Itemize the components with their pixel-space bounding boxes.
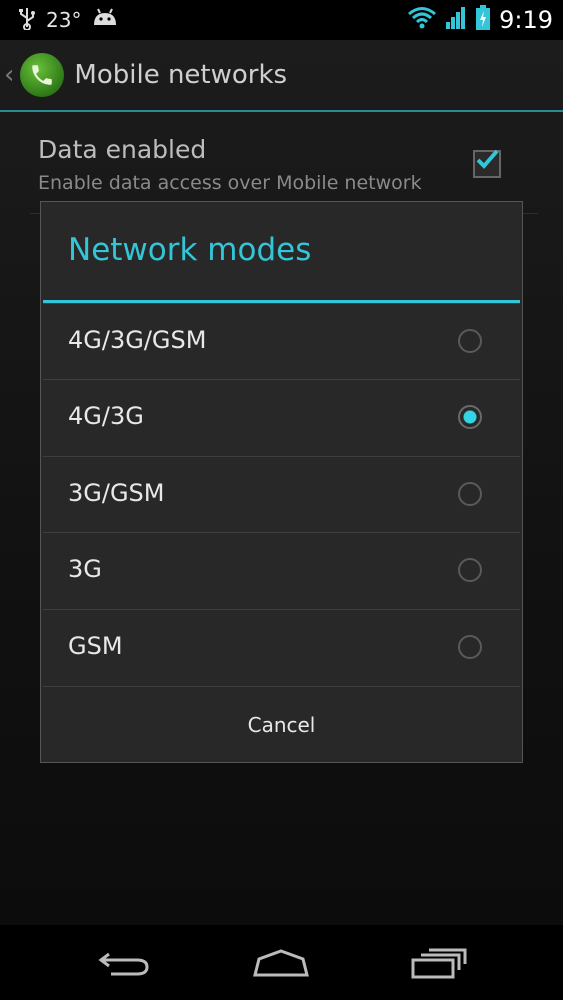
radio-button-selected[interactable] bbox=[458, 405, 482, 429]
network-modes-dialog: Network modes 4G/3G/GSM 4G/3G 3G/GSM 3G … bbox=[40, 201, 523, 763]
radio-button[interactable] bbox=[458, 635, 482, 659]
option-gsm[interactable]: GSM bbox=[43, 609, 520, 685]
option-3g-gsm[interactable]: 3G/GSM bbox=[43, 456, 520, 532]
check-icon bbox=[476, 149, 499, 169]
clock: 9:19 bbox=[499, 6, 553, 34]
wifi-icon bbox=[407, 6, 437, 34]
usb-icon bbox=[18, 6, 36, 34]
option-label: 4G/3G/GSM bbox=[68, 326, 207, 354]
signal-icon bbox=[445, 6, 467, 34]
data-enabled-checkbox[interactable] bbox=[473, 149, 501, 178]
action-bar: ‹ Mobile networks bbox=[0, 40, 563, 112]
option-4g-3g-gsm[interactable]: 4G/3G/GSM bbox=[43, 303, 520, 379]
radio-button[interactable] bbox=[458, 329, 482, 353]
up-chevron-icon[interactable]: ‹ bbox=[4, 60, 14, 90]
cancel-button[interactable]: Cancel bbox=[43, 686, 520, 762]
android-icon bbox=[91, 7, 119, 33]
battery-icon bbox=[475, 5, 491, 35]
recents-icon[interactable] bbox=[404, 941, 474, 985]
screen-title: Mobile networks bbox=[74, 60, 288, 90]
setting-title: Data enabled bbox=[38, 135, 207, 164]
home-icon[interactable] bbox=[246, 941, 316, 985]
option-label: 3G/GSM bbox=[68, 479, 165, 507]
phone-icon[interactable] bbox=[20, 53, 65, 97]
radio-button[interactable] bbox=[458, 558, 482, 582]
setting-summary: Enable data access over Mobile network bbox=[38, 172, 422, 194]
option-label: 3G bbox=[68, 555, 102, 583]
radio-button[interactable] bbox=[458, 482, 482, 506]
navigation-bar bbox=[0, 925, 563, 1000]
status-bar: 23° 9:19 bbox=[0, 0, 563, 40]
temperature: 23° bbox=[46, 8, 82, 32]
option-4g-3g[interactable]: 4G/3G bbox=[43, 379, 520, 455]
option-3g[interactable]: 3G bbox=[43, 532, 520, 608]
back-icon[interactable] bbox=[90, 941, 160, 985]
dialog-title: Network modes bbox=[68, 232, 312, 268]
option-label: GSM bbox=[68, 632, 123, 660]
option-label: 4G/3G bbox=[68, 402, 144, 430]
